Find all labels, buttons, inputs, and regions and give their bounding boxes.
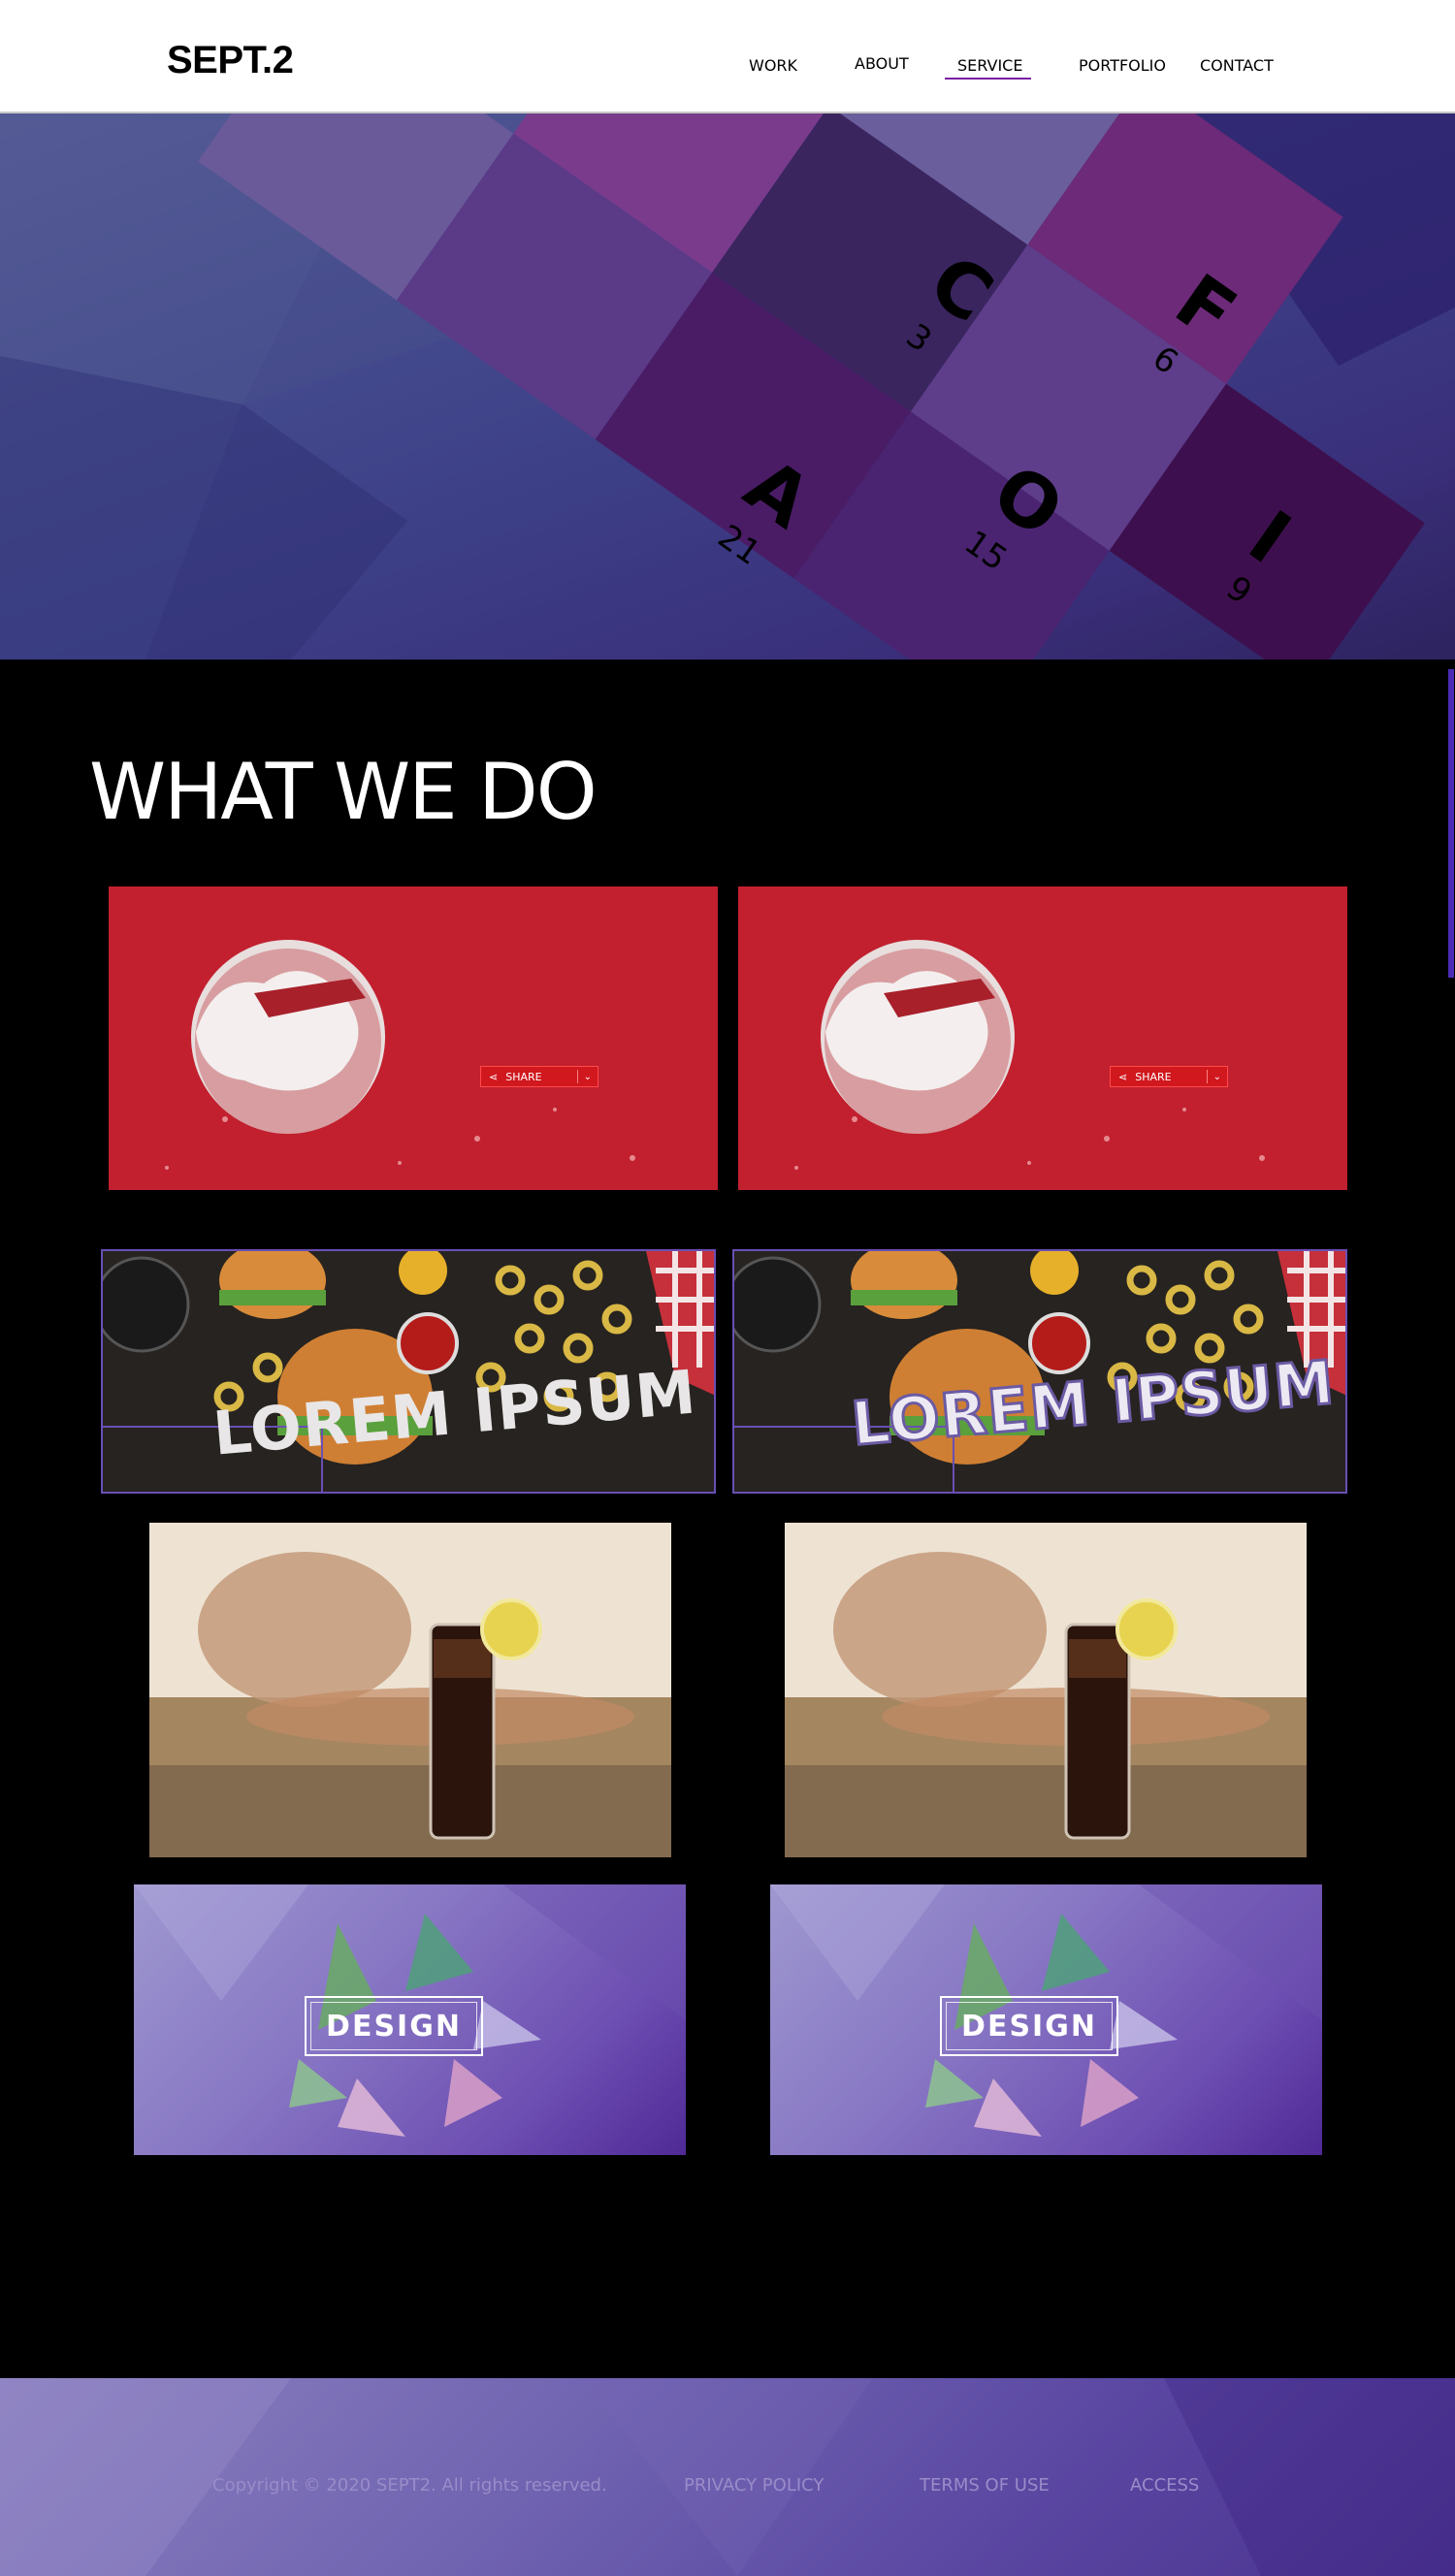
footer-link-access[interactable]: ACCESS	[1130, 2475, 1199, 2496]
share-icon: ⋖	[489, 1070, 499, 1083]
site-logo[interactable]: SEPT.2	[167, 39, 294, 82]
hero-tiles-graphic: C 3 F 6 A 21 O 15 I 9 A 23 A A P	[0, 113, 1455, 660]
share-label: SHARE	[505, 1070, 542, 1083]
footer-copyright: Copyright © 2020 SEPT2. All rights reser…	[212, 2475, 607, 2496]
page-scrollbar-thumb[interactable]	[1448, 669, 1454, 978]
service-card-drink[interactable]	[149, 1523, 671, 1857]
nav-contact[interactable]: CONTACT	[1200, 56, 1274, 75]
drink-card-graphic	[785, 1523, 1307, 1857]
site-header: SEPT.2 WORK ABOUT SERVICE PORTFOLIO CONT…	[0, 0, 1455, 113]
nav-active-indicator	[945, 78, 1031, 80]
chevron-down-icon[interactable]: ⌄	[578, 1072, 598, 1082]
red-card-graphic	[165, 940, 635, 1170]
footer-link-privacy[interactable]: PRIVACY POLICY	[684, 2475, 824, 2496]
share-label: SHARE	[1135, 1070, 1172, 1083]
service-card-drink[interactable]	[785, 1523, 1307, 1857]
drink-card-graphic	[149, 1523, 671, 1857]
site-footer: Copyright © 2020 SEPT2. All rights reser…	[0, 2378, 1455, 2576]
service-card-design[interactable]: DESIGN	[770, 1884, 1322, 2155]
nav-service[interactable]: SERVICE	[957, 56, 1022, 75]
nav-portfolio[interactable]: PORTFOLIO	[1079, 56, 1166, 75]
chevron-down-icon[interactable]: ⌄	[1208, 1072, 1227, 1082]
share-button[interactable]: ⋖ SHARE ⌄	[480, 1066, 598, 1087]
footer-link-terms[interactable]: TERMS OF USE	[920, 2475, 1050, 2496]
service-card-red[interactable]: ⋖ SHARE ⌄	[738, 886, 1347, 1190]
service-card-design[interactable]: DESIGN	[134, 1884, 686, 2155]
red-card-graphic	[794, 940, 1265, 1170]
service-card-food[interactable]: LOREM IPSUM	[101, 1249, 716, 1494]
share-button[interactable]: ⋖ SHARE ⌄	[1110, 1066, 1228, 1087]
nav-about[interactable]: ABOUT	[855, 54, 909, 73]
share-icon: ⋖	[1118, 1070, 1128, 1083]
section-title: WHAT WE DO	[89, 747, 598, 837]
hero-banner: C 3 F 6 A 21 O 15 I 9 A 23 A A P	[0, 113, 1455, 660]
service-card-food[interactable]: LOREM IPSUM	[732, 1249, 1347, 1494]
hero-tile-letter: A	[547, 653, 643, 660]
nav-work[interactable]: WORK	[749, 56, 797, 75]
design-label-box: DESIGN	[940, 1996, 1118, 2056]
design-label-box: DESIGN	[305, 1996, 483, 2056]
service-card-red[interactable]: ⋖ SHARE ⌄	[109, 886, 718, 1190]
